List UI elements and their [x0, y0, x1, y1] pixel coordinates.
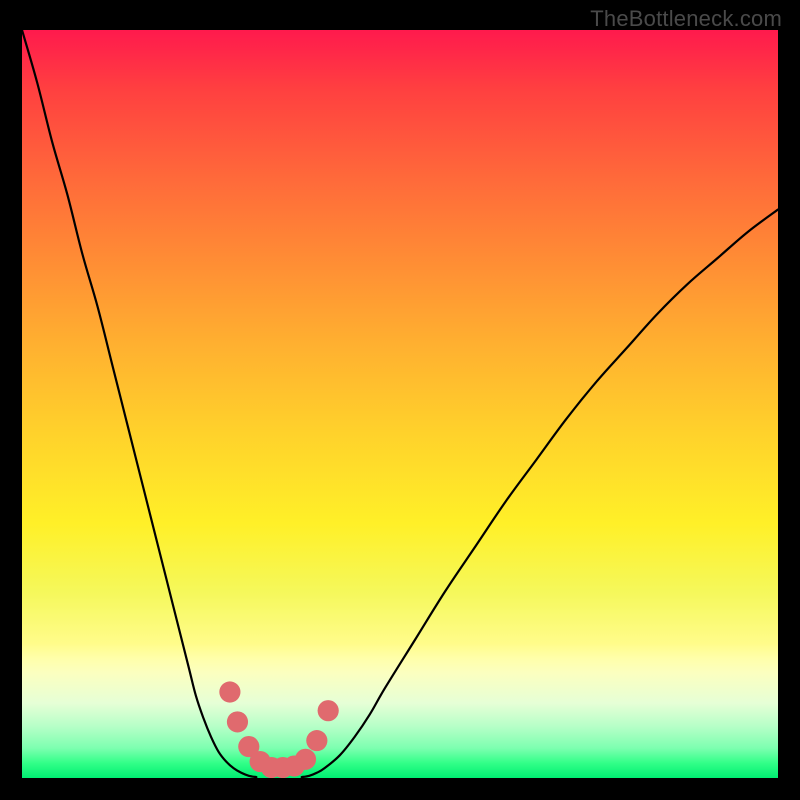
- gradient-plot-area: [22, 30, 778, 778]
- attribution-watermark: TheBottleneck.com: [590, 6, 782, 32]
